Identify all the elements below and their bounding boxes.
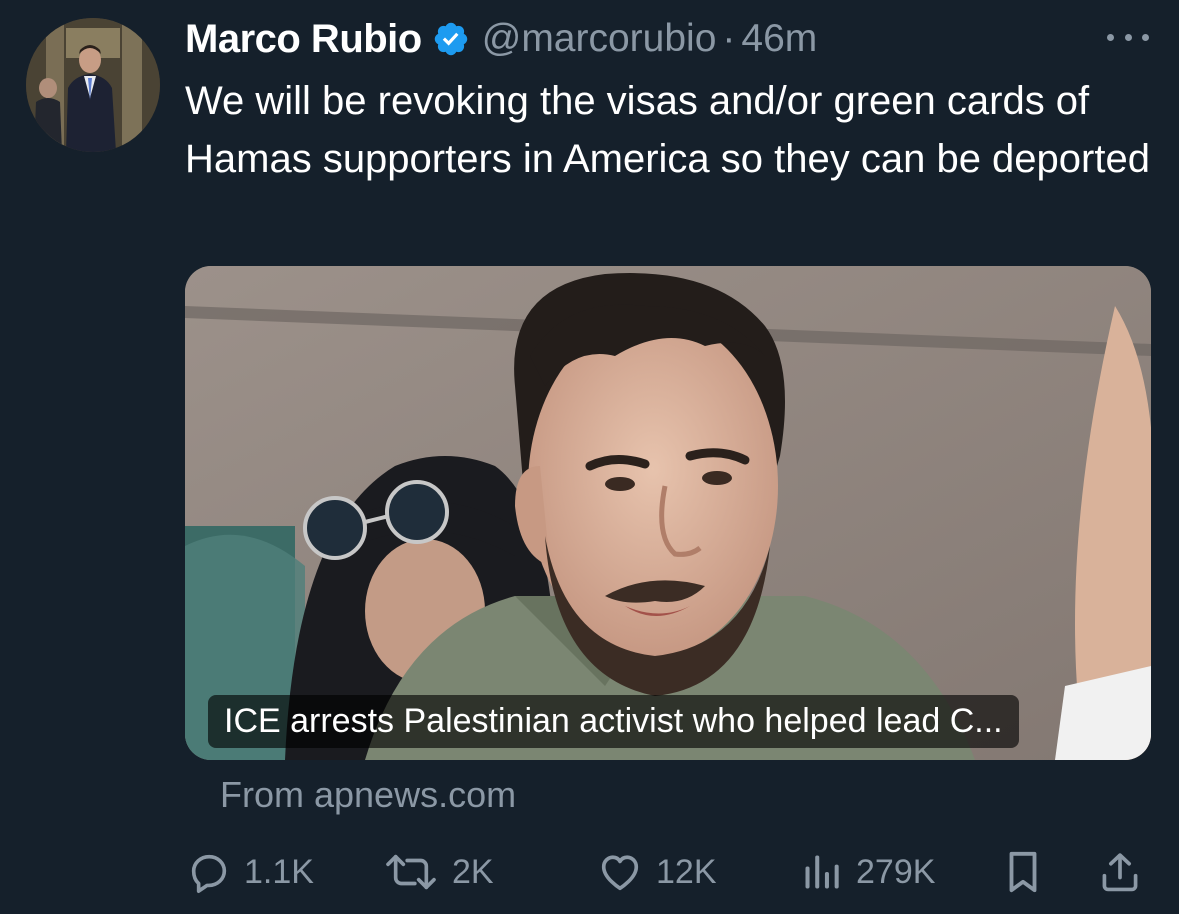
repost-icon (382, 849, 440, 895)
view-count: 279K (856, 852, 936, 891)
reply-icon (186, 849, 232, 895)
views-button[interactable]: 279K (800, 842, 935, 902)
repost-button[interactable]: 2K (382, 842, 494, 902)
bookmark-icon (1003, 849, 1043, 895)
handle[interactable]: @marcorubio (482, 17, 717, 61)
timestamp[interactable]: 46m (741, 17, 817, 61)
like-count: 12K (656, 852, 717, 891)
repost-count: 2K (452, 852, 494, 891)
analytics-icon (800, 849, 844, 895)
avatar[interactable] (26, 18, 160, 152)
tweet-header: Marco Rubio @marcorubio · 46m (185, 14, 1149, 64)
tweet-text: We will be revoking the visas and/or gre… (185, 79, 1150, 181)
share-icon (1098, 849, 1142, 895)
action-bar: 1.1K 2K 12K 279K (186, 842, 1146, 902)
share-button[interactable] (1098, 842, 1154, 902)
card-image (185, 266, 1151, 760)
card-source[interactable]: From apnews.com (220, 774, 516, 816)
reply-button[interactable]: 1.1K (186, 842, 314, 902)
tweet: Marco Rubio @marcorubio · 46m We will be… (0, 0, 1179, 914)
bookmark-button[interactable] (1003, 842, 1055, 902)
card-title[interactable]: ICE arrests Palestinian activist who hel… (208, 695, 1019, 748)
display-name[interactable]: Marco Rubio (185, 17, 422, 62)
like-button[interactable]: 12K (596, 842, 717, 902)
heart-icon (596, 849, 644, 895)
verified-badge-icon (432, 20, 470, 58)
link-card[interactable]: ICE arrests Palestinian activist who hel… (185, 266, 1151, 760)
reply-count: 1.1K (244, 852, 314, 891)
separator-dot: · (722, 17, 736, 60)
more-options-icon[interactable] (1107, 22, 1149, 52)
